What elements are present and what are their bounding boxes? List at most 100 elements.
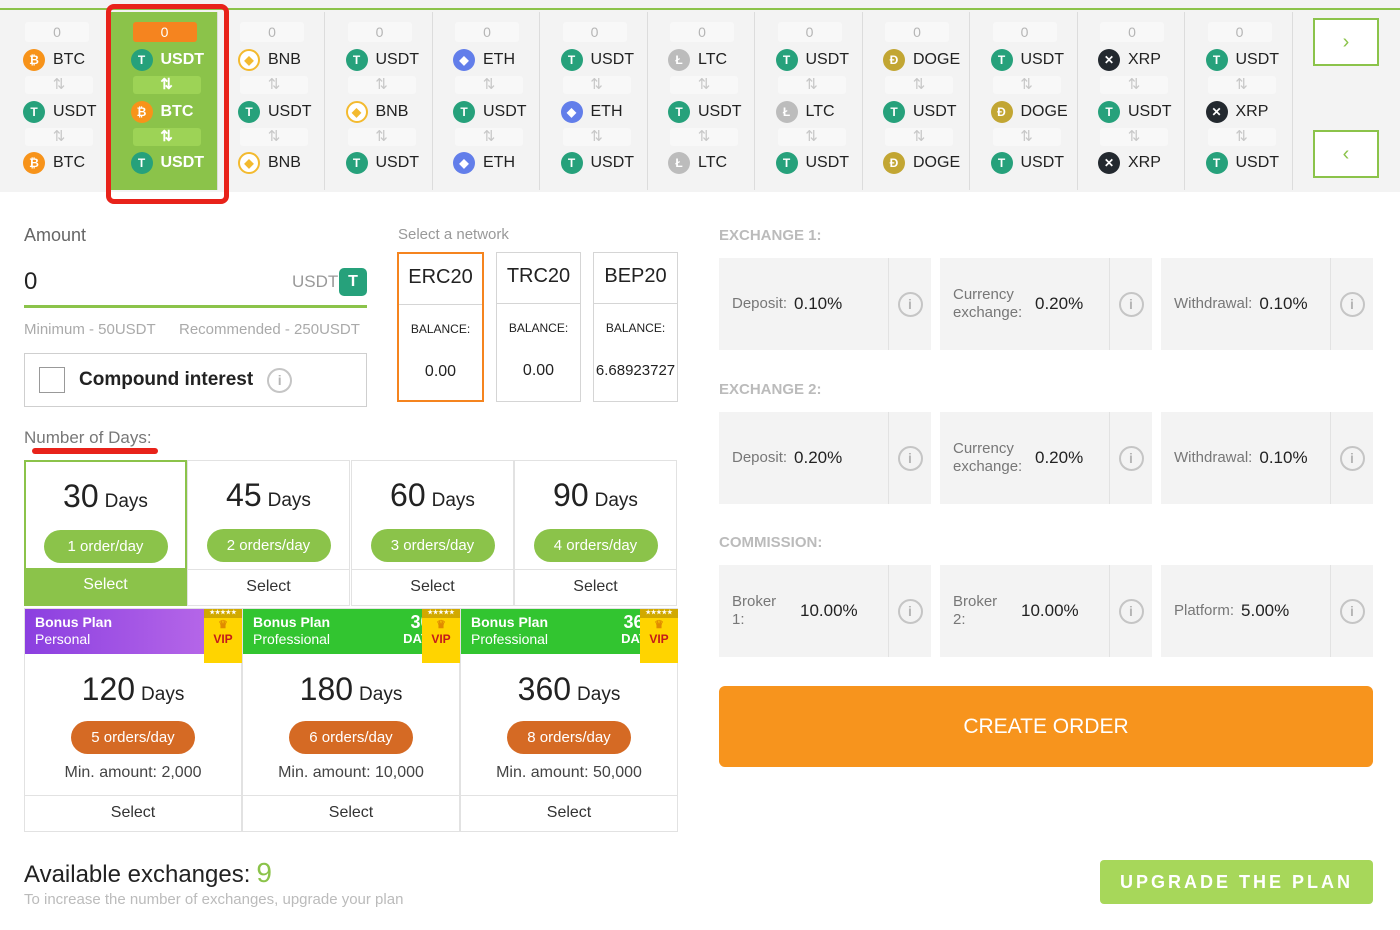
fee-value: 0.20% bbox=[1035, 448, 1084, 467]
pair-currency-top: T USDT bbox=[345, 48, 419, 72]
fee-value: 0.20% bbox=[1035, 294, 1084, 313]
info-icon[interactable]: i bbox=[897, 445, 923, 471]
plan-card-90[interactable]: 90 Days 4 orders/day Select bbox=[514, 460, 677, 606]
info-icon[interactable]: i bbox=[1339, 291, 1365, 317]
info-icon[interactable]: i bbox=[897, 291, 923, 317]
available-exchanges: Available exchanges: 9 bbox=[24, 857, 272, 889]
swap-arrows-icon: ⇅ bbox=[777, 128, 846, 146]
column-divider bbox=[1291, 12, 1293, 190]
pair-column[interactable]: 0 ◆ BNB T USDT ◆ BNB ⇅ ⇅ bbox=[218, 12, 325, 190]
fee-value: 0.10% bbox=[1259, 448, 1308, 467]
amount-minimum: Minimum - 50USDT bbox=[24, 321, 156, 338]
pair-column[interactable]: 0 Ð DOGE T USDT Ð DOGE ⇅ ⇅ bbox=[863, 12, 970, 190]
plan-card-60[interactable]: 60 Days 3 orders/day Select bbox=[351, 460, 514, 606]
fee-label: Withdrawal: bbox=[1174, 449, 1253, 466]
balance-label: BALANCE: bbox=[605, 321, 666, 335]
currency-label: USDT bbox=[805, 154, 850, 171]
usdt-icon: T bbox=[560, 152, 583, 174]
pair-currency-top: ◆ BNB bbox=[238, 48, 301, 72]
pair-currency-mid: ◆ ETH bbox=[560, 100, 623, 124]
usdt-icon: T bbox=[883, 101, 905, 123]
stars-icon: ★★★★★ bbox=[422, 609, 460, 618]
doge-icon: Ð bbox=[990, 101, 1013, 123]
plan-select-button[interactable]: Select bbox=[243, 795, 459, 831]
next-pairs-button[interactable]: › bbox=[1313, 18, 1379, 66]
pair-order-count: 0 bbox=[670, 22, 734, 42]
pair-column[interactable]: 0 Ł LTC T USDT Ł LTC ⇅ ⇅ bbox=[648, 12, 755, 190]
pair-column[interactable]: 0 T USDT Ł LTC T USDT ⇅ ⇅ bbox=[756, 12, 863, 190]
plan-select-button[interactable]: Select bbox=[515, 569, 676, 605]
usdt-icon: T bbox=[453, 101, 475, 123]
plan-days-unit: Days bbox=[104, 491, 148, 512]
bonus-plan-card-120[interactable]: Bonus Plan Personal ★★★★★ ♛ VIP 120 Days … bbox=[24, 608, 242, 832]
balance-value: 6.68923727 bbox=[595, 362, 676, 379]
prev-pairs-button[interactable]: ‹ bbox=[1313, 130, 1379, 178]
vip-badge: ★★★★★ ♛ VIP bbox=[422, 609, 460, 663]
network-option-erc20[interactable]: ERC20 BALANCE: 0.00 bbox=[397, 252, 484, 402]
available-exchanges-count: 9 bbox=[256, 857, 272, 888]
pair-column[interactable]: 0 T USDT ✕ XRP T USDT ⇅ ⇅ bbox=[1186, 12, 1293, 190]
pair-order-count: 0 bbox=[1207, 22, 1272, 42]
plan-card-45[interactable]: 45 Days 2 orders/day Select bbox=[187, 460, 350, 606]
pair-currency-mid: T USDT bbox=[453, 100, 527, 124]
currency-label: ETH bbox=[590, 103, 623, 120]
fee-value: 0.20% bbox=[794, 448, 843, 467]
balance-value: 0.00 bbox=[522, 362, 555, 379]
compound-interest-toggle[interactable]: Compound interest i bbox=[24, 353, 367, 407]
network-option-bep20[interactable]: BEP20 BALANCE: 6.68923727 bbox=[593, 252, 678, 402]
fee-card-currency-exchange: Currency exchange: 0.20% i bbox=[940, 412, 1152, 504]
pair-currency-top: T USDT bbox=[990, 48, 1064, 72]
plan-select-button[interactable]: Select bbox=[26, 568, 185, 604]
network-option-trc20[interactable]: TRC20 BALANCE: 0.00 bbox=[496, 252, 581, 402]
min-amount: Min. amount: 2,000 bbox=[64, 764, 202, 781]
info-icon[interactable]: i bbox=[1118, 291, 1144, 317]
bonus-plan-card-180[interactable]: Bonus Plan Professional 30 DAYS ★★★★★ ♛ … bbox=[242, 608, 460, 832]
plan-select-button[interactable]: Select bbox=[25, 795, 241, 831]
swap-arrows-icon: ⇅ bbox=[670, 128, 738, 146]
currency-label: USDT bbox=[590, 51, 635, 68]
plan-days: 90 bbox=[553, 477, 589, 513]
amount-input[interactable]: 0 bbox=[24, 268, 37, 296]
currency-label: XRP bbox=[1128, 51, 1161, 68]
info-icon[interactable]: i bbox=[1118, 445, 1144, 471]
pair-column[interactable]: 0 ◆ ETH T USDT ◆ ETH ⇅ ⇅ bbox=[433, 12, 540, 190]
pair-currency-bottom: T USDT bbox=[560, 151, 634, 175]
pair-currency-mid: ✕ XRP bbox=[1205, 100, 1268, 124]
bonus-plan-card-360[interactable]: Bonus Plan Professional 360 DAYS ★★★★★ ♛… bbox=[460, 608, 678, 832]
annotation-underline bbox=[32, 448, 158, 454]
pair-currency-bottom: T USDT bbox=[775, 151, 850, 175]
network-name: BEP20 bbox=[604, 265, 667, 287]
info-icon[interactable]: i bbox=[267, 367, 293, 393]
create-order-button[interactable]: CREATE ORDER bbox=[719, 686, 1373, 767]
plan-select-button[interactable]: Select bbox=[461, 795, 677, 831]
plan-select-button[interactable]: Select bbox=[188, 569, 349, 605]
usdt-icon: T bbox=[1205, 49, 1228, 71]
upgrade-plan-button[interactable]: UPGRADE THE PLAN bbox=[1100, 860, 1373, 904]
currency-label: USDT bbox=[805, 51, 850, 68]
pair-column[interactable]: 0 ₿ BTC T USDT ₿ BTC ⇅ ⇅ bbox=[3, 12, 110, 190]
plan-card-30[interactable]: 30 Days 1 order/day Select bbox=[24, 460, 187, 606]
pair-column[interactable]: 0 T USDT ◆ ETH T USDT ⇅ ⇅ bbox=[541, 12, 648, 190]
info-icon[interactable]: i bbox=[1118, 598, 1144, 624]
chevron-right-icon: › bbox=[1342, 30, 1350, 53]
vip-label: VIP bbox=[649, 632, 669, 646]
pair-column[interactable]: 0 ✕ XRP T USDT ✕ XRP ⇅ ⇅ bbox=[1078, 12, 1185, 190]
amount-currency: USDT bbox=[292, 272, 339, 291]
exchange1-label: EXCHANGE 1: bbox=[719, 227, 822, 244]
info-icon[interactable]: i bbox=[1339, 445, 1365, 471]
pair-column[interactable]: 0 T USDT Ð DOGE T USDT ⇅ ⇅ bbox=[971, 12, 1078, 190]
fee-label: Broker 1: bbox=[732, 593, 777, 628]
currency-label: XRP bbox=[1128, 154, 1161, 171]
currency-label: USDT bbox=[1128, 103, 1172, 120]
info-icon[interactable]: i bbox=[897, 598, 923, 624]
upgrade-hint: To increase the number of exchanges, upg… bbox=[24, 891, 404, 908]
pair-currency-top: T USDT bbox=[560, 48, 635, 72]
pair-currency-mid: T USDT bbox=[238, 100, 312, 124]
plan-select-button[interactable]: Select bbox=[352, 569, 513, 605]
compound-checkbox[interactable] bbox=[39, 367, 65, 393]
info-icon[interactable]: i bbox=[1339, 598, 1365, 624]
pair-column[interactable]: 0 T USDT ◆ BNB T USDT ⇅ ⇅ bbox=[326, 12, 433, 190]
eth-icon: ◆ bbox=[453, 49, 475, 71]
swap-arrows-icon: ⇅ bbox=[562, 76, 631, 94]
pair-currency-top: Ð DOGE bbox=[883, 48, 960, 72]
